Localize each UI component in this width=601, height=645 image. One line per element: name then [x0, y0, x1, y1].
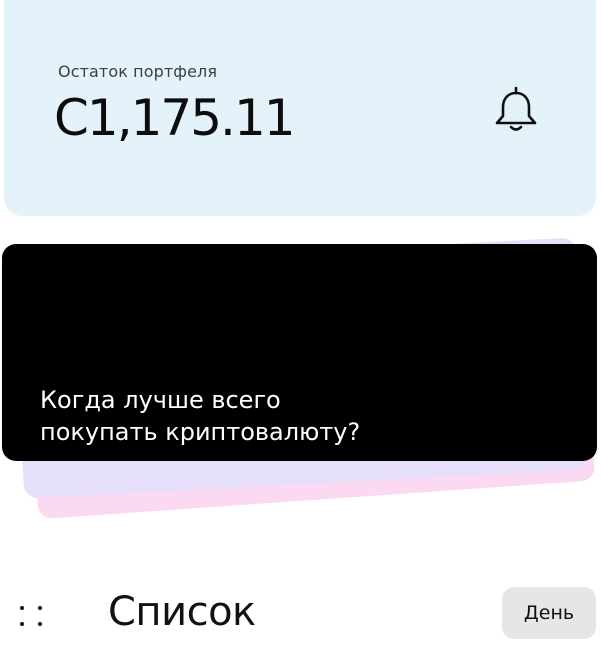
grid-dots-icon[interactable] — [20, 602, 54, 628]
portfolio-balance-card: Остаток портфеля C1,175.11 — [4, 0, 596, 216]
bell-icon[interactable] — [491, 83, 541, 135]
promo-card[interactable]: Когда лучше всего покупать криптовалюту? — [2, 244, 597, 461]
portfolio-balance-label: Остаток портфеля — [58, 62, 218, 81]
list-title: Список — [108, 589, 256, 635]
promo-text-line-1: Когда лучше всего — [40, 386, 281, 414]
portfolio-balance-amount: C1,175.11 — [54, 89, 296, 147]
promo-text: Когда лучше всего покупать криптовалюту? — [40, 384, 540, 448]
promo-stack: Когда лучше всего покупать криптовалюту? — [0, 230, 601, 530]
app-screen: Остаток портфеля C1,175.11 Когда лучше в… — [0, 0, 601, 645]
promo-text-line-2: покупать криптовалюту? — [40, 418, 361, 446]
period-day-button[interactable]: День — [502, 587, 596, 639]
list-header: Список День — [0, 580, 601, 645]
